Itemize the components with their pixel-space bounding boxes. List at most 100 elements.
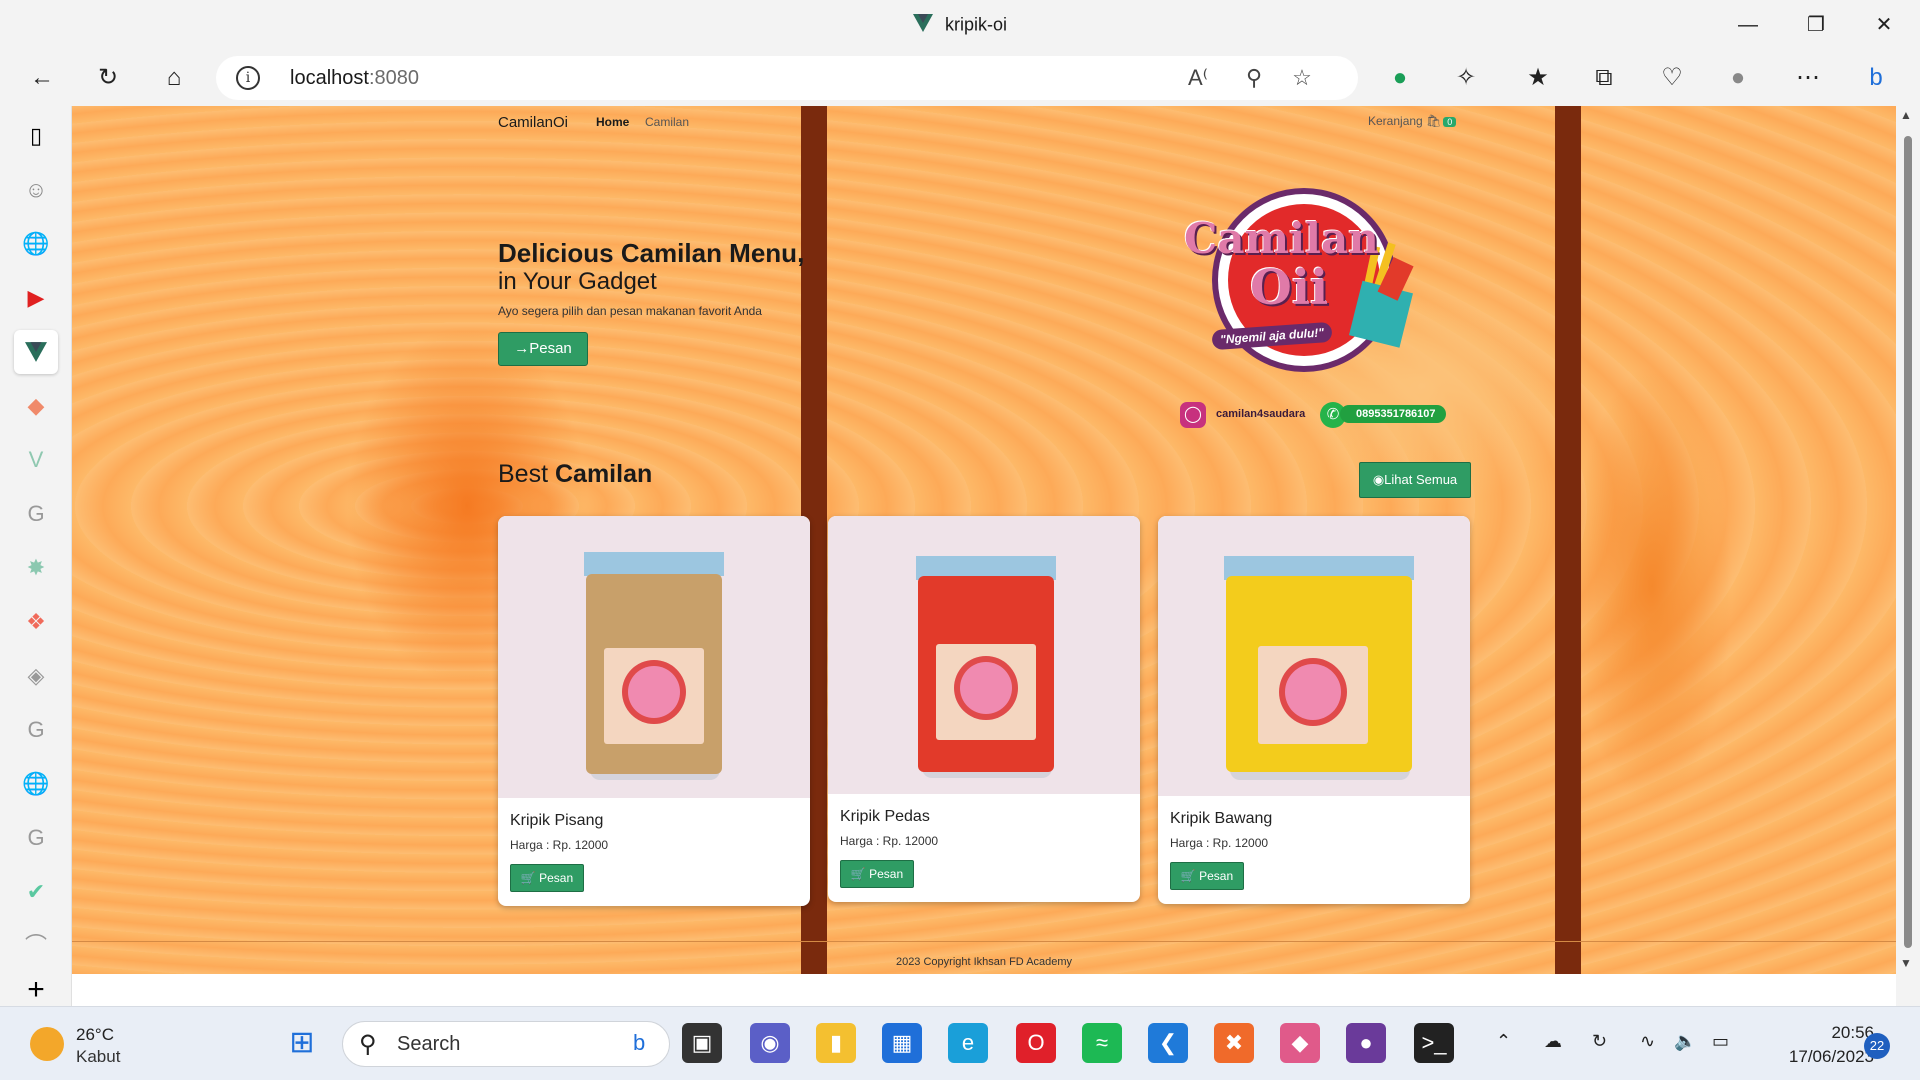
hero-order-button[interactable]: →Pesan (498, 332, 588, 366)
url-text[interactable]: localhost:8080 (290, 67, 419, 90)
order-button[interactable]: 🛒 Pesan (840, 860, 914, 888)
cart-icon: 🛒 (850, 867, 866, 881)
taskbar-search[interactable]: ⚲ Search b (342, 1021, 670, 1067)
youtube-icon[interactable]: ▶ (14, 276, 58, 320)
nav-camilan[interactable]: Camilan (645, 115, 689, 129)
scroll-down-icon[interactable]: ▼ (1900, 956, 1912, 970)
opera-icon[interactable]: O (1016, 1023, 1056, 1063)
workspace-icon[interactable]: ☺ (14, 168, 58, 212)
globe-icon[interactable]: 🌐 (14, 222, 58, 266)
google-icon[interactable]: G (14, 708, 58, 752)
clock[interactable]: 20:56 17/06/2023 (1750, 1021, 1874, 1069)
collections-icon[interactable]: ⧉ (1586, 60, 1622, 96)
favorite-star-icon[interactable]: ☆ (1288, 64, 1316, 92)
notification-badge[interactable]: 22 (1864, 1033, 1890, 1059)
eye-icon: ◉ (1372, 472, 1385, 487)
cart-label: Keranjang (1368, 114, 1423, 128)
sync-icon[interactable]: ↻ (1592, 1031, 1607, 1052)
window-title: kripik-oi (0, 14, 1920, 37)
footer-copyright: 2023 Copyright Ikhsan FD Academy (895, 956, 1073, 968)
best-heading: Best Camilan (498, 460, 653, 488)
product-name: Kripik Pisang (510, 812, 604, 829)
product-card: Kripik Pedas Harga : Rp. 12000 🛒 Pesan (828, 516, 1140, 902)
site-info-icon[interactable]: i (236, 66, 260, 90)
refresh-icon[interactable]: ↻ (90, 60, 126, 96)
volume-icon[interactable]: 🔈 (1674, 1031, 1696, 1052)
vue-icon (912, 14, 933, 37)
chevron-up-icon[interactable]: ⌃ (1496, 1031, 1511, 1052)
cart-icon: 🛒 (520, 871, 536, 885)
globe-icon[interactable]: 🌐 (14, 762, 58, 806)
close-button[interactable]: ✕ (1864, 10, 1904, 40)
github-icon[interactable]: ● (1346, 1023, 1386, 1063)
clock-time: 20:56 (1831, 1023, 1874, 1042)
microsoft-store-icon[interactable]: ▦ (882, 1023, 922, 1063)
tab-actions-icon[interactable]: ▯ (14, 114, 58, 158)
search-icon: ⚲ (359, 1031, 377, 1058)
taskbar: 26°C Kabut ⊞ ⚲ Search b ▣ ◉ ▮ ▦ e O ≈ ❮ … (0, 1006, 1920, 1080)
view-all-button[interactable]: ◉Lihat Semua (1359, 462, 1471, 498)
zoom-out-icon[interactable]: ⚲ (1240, 64, 1268, 92)
home-icon[interactable]: ⌂ (156, 60, 192, 96)
layers-icon[interactable]: ◈ (14, 654, 58, 698)
xampp-icon[interactable]: ✖ (1214, 1023, 1254, 1063)
browser-essentials-icon[interactable]: ♡ (1654, 60, 1690, 96)
vue-tab-icon[interactable] (14, 330, 58, 374)
google-icon[interactable]: G (14, 492, 58, 536)
read-aloud-icon[interactable]: A⁽ (1184, 64, 1212, 92)
order-button[interactable]: 🛒 Pesan (510, 864, 584, 892)
git-icon[interactable]: ◆ (14, 384, 58, 428)
git-kraken-icon[interactable]: ◆ (1280, 1023, 1320, 1063)
grammarly-icon[interactable]: ● (1382, 60, 1418, 96)
google-icon[interactable]: G (14, 816, 58, 860)
favorites-icon[interactable]: ★ (1520, 60, 1556, 96)
instagram-icon[interactable]: ◯ (1180, 402, 1206, 428)
profile-avatar-icon[interactable]: ● (1720, 60, 1756, 96)
scroll-up-icon[interactable]: ▲ (1900, 108, 1912, 122)
vue-docs-icon[interactable]: V (14, 438, 58, 482)
product-price: Harga : Rp. 12000 (510, 838, 609, 852)
more-options-icon[interactable]: ⋯ (1790, 60, 1826, 96)
back-icon[interactable]: ← (24, 60, 60, 96)
cart-count-badge: 0 (1443, 117, 1457, 127)
product-card: Kripik Pisang Harga : Rp. 12000 🛒 Pesan (498, 516, 810, 906)
windows-start-icon[interactable]: ⊞ (282, 1023, 322, 1063)
address-bar[interactable]: i localhost:8080 A⁽ ⚲ ☆ (216, 56, 1358, 100)
site-brand[interactable]: CamilanOi (498, 114, 568, 131)
figma-icon[interactable]: ❖ (14, 600, 58, 644)
restore-button[interactable]: ❐ (1796, 10, 1836, 40)
file-explorer-icon[interactable]: ▮ (816, 1023, 856, 1063)
terminal-icon[interactable]: >_ (1414, 1023, 1454, 1063)
footer-divider (72, 941, 1896, 942)
product-image[interactable] (828, 516, 1140, 794)
extensions-icon[interactable]: ✧ (1448, 60, 1484, 96)
chatgpt-icon[interactable]: ✸ (14, 546, 58, 590)
scrollbar[interactable]: ▲ ▼ (1896, 106, 1920, 974)
instagram-handle[interactable]: camilan4saudara (1216, 408, 1305, 420)
minimize-button[interactable]: — (1728, 10, 1768, 40)
vscode-icon[interactable]: ❮ (1148, 1023, 1188, 1063)
app-icon[interactable]: ✔ (14, 870, 58, 914)
order-button[interactable]: 🛒 Pesan (1170, 862, 1244, 890)
product-image[interactable] (498, 516, 810, 798)
bing-chat-icon[interactable]: b (1858, 60, 1894, 96)
cart-link[interactable]: Keranjang 🛍 0 (1368, 114, 1457, 128)
scrollbar-thumb[interactable] (1904, 136, 1912, 948)
tab-title: kripik-oi (944, 14, 1007, 35)
product-image[interactable] (1158, 516, 1470, 796)
task-view-icon[interactable]: ▣ (682, 1023, 722, 1063)
teams-chat-icon[interactable]: ◉ (750, 1023, 790, 1063)
hero-description: Ayo segera pilih dan pesan makanan favor… (498, 304, 762, 318)
whatsapp-number[interactable]: 0895351786107 (1340, 405, 1446, 423)
wifi-icon[interactable]: ∿ (1640, 1031, 1655, 1052)
onedrive-icon[interactable]: ☁ (1544, 1031, 1562, 1052)
product-price: Harga : Rp. 12000 (840, 834, 939, 848)
spotify-icon[interactable]: ≈ (1082, 1023, 1122, 1063)
edge-icon[interactable]: e (948, 1023, 988, 1063)
app-icon[interactable]: ⌒ (14, 924, 58, 968)
nav-home[interactable]: Home (596, 115, 629, 129)
product-name: Kripik Pedas (840, 808, 930, 825)
battery-icon[interactable]: ▭ (1712, 1031, 1729, 1052)
browser-toolbar: ← ↻ ⌂ i localhost:8080 A⁽ ⚲ ☆ ● ✧ ★ ⧉ ♡ … (0, 50, 1920, 106)
product-card: Kripik Bawang Harga : Rp. 12000 🛒 Pesan (1158, 516, 1470, 904)
